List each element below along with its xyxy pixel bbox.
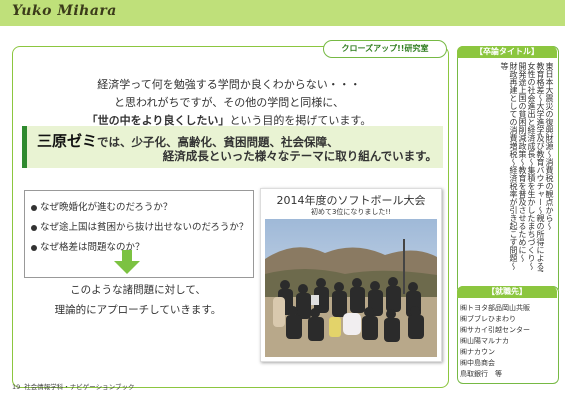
theses-heading: 【卒論タイトル】 <box>457 46 557 58</box>
bullet-icon <box>31 224 37 231</box>
down-arrow-icon <box>114 250 140 274</box>
employer-item: ㈱ナカウン <box>460 348 495 356</box>
thesis-title: 財政再建としての消費増税〜経済税率が引き起こす問題〜 <box>509 62 518 270</box>
theses-list: 東日本大震災の復興財源〜消費税の観点から〜 教育格差〜大学進学及び教育バウチャー… <box>462 62 554 272</box>
highlight-line-1-rest: では、少子化、高齢化、貧困問題、社会保障、 <box>97 135 339 149</box>
bullet-icon <box>31 204 37 211</box>
thesis-title: 等 <box>500 62 509 70</box>
photo-title: 2014年度のソフトボール大会 <box>276 194 426 207</box>
employer-item: 鳥取銀行 等 <box>460 370 502 378</box>
employer-item: ㈱山陽マルナカ <box>460 337 509 345</box>
thesis-title: 開発途上国の貧困削減政策〜教育を普及させるために〜 <box>518 62 527 262</box>
intro-line-2: と思われがちですが、その他の学問と同様に、 <box>114 96 344 109</box>
question-item: なぜ晩婚化が進むのだろうか？ <box>31 199 172 213</box>
photo-subtitle: 初めて3位になりました!! <box>310 208 392 216</box>
thesis-title: 女性の社会進出と経済成長〜集積を生かしたまちづくり〜 <box>527 62 536 270</box>
seminar-name: 三原ゼミ <box>37 132 98 150</box>
conclusion-line-2: 理論的にアプローチしていきます。 <box>54 304 222 316</box>
highlight-line-2: 経済成長といった様々なテーマに取り組んでいます。 <box>162 149 437 163</box>
page-footer: 19 社会情報学科・ナビゲーションブック <box>12 381 134 391</box>
conclusion-text: このような諸問題に対して、 理論的にアプローチしていきます。 <box>24 280 252 320</box>
author-name: Yuko Mihara <box>12 3 117 19</box>
bullet-icon <box>31 244 37 251</box>
question-item: なぜ途上国は貧困から抜け出せないのだろうか？ <box>31 219 248 233</box>
employer-item: ㈱サカイ引越センター <box>460 326 530 334</box>
thesis-title: 教育格差〜大学進学及び教育バウチャー〜親の所得による子どもの格差〜 <box>536 62 545 272</box>
seminar-highlight: 三原ゼミでは、少子化、高齢化、貧困問題、社会保障、 経済成長といった様々なテーマ… <box>22 126 443 168</box>
header-bar: Yuko Mihara <box>0 0 565 26</box>
closeup-lab-badge: クローズアップ!!研究室 <box>323 40 447 58</box>
group-photo <box>265 219 437 357</box>
employer-item: ㈱ブブレひまわり <box>460 315 516 323</box>
employer-item: ㈱中島商会 <box>460 359 495 367</box>
page-number: 19 <box>12 383 21 391</box>
thesis-title: 東日本大震災の復興財源〜消費税の観点から〜 <box>545 62 554 230</box>
employers-heading: 【就職先】 <box>457 286 557 298</box>
photo-card: 2014年度のソフトボール大会 初めて3位になりました!! <box>260 188 442 362</box>
footer-text: 社会情報学科・ナビゲーションブック <box>24 383 135 391</box>
intro-text: 経済学って何を勉強する学問か良くわからない・・・ と思われがちですが、その他の学… <box>24 76 434 130</box>
employer-item: ㈱トヨタ部品岡山共販 <box>460 304 530 312</box>
conclusion-line-1: このような諸問題に対して、 <box>70 284 206 296</box>
intro-line-1: 経済学って何を勉強する学問か良くわからない・・・ <box>97 78 361 91</box>
employers-list: ㈱トヨタ部品岡山共販 ㈱ブブレひまわり ㈱サカイ引越センター ㈱山陽マルナカ ㈱… <box>460 303 556 380</box>
